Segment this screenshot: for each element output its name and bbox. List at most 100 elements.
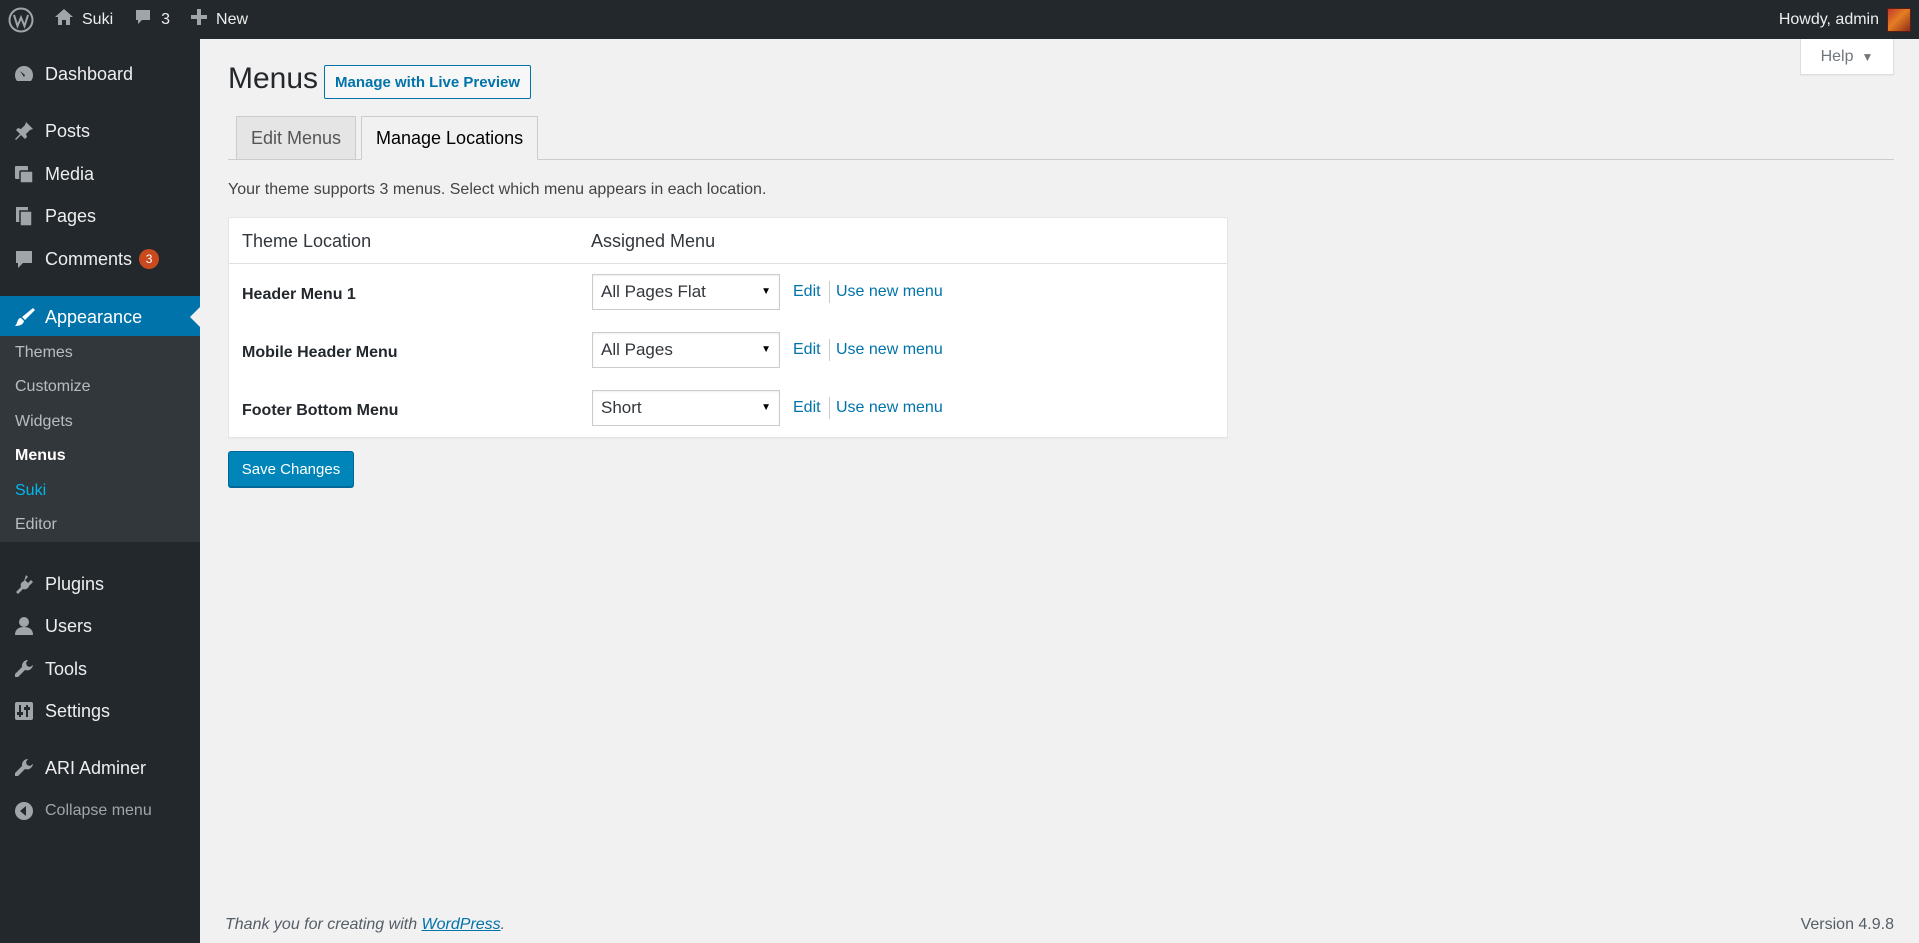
tab-manage-locations[interactable]: Manage Locations [361,116,539,160]
user-icon [0,615,45,637]
sidebar-item-label: Tools [45,658,88,679]
manage-live-preview-button[interactable]: Manage with Live Preview [324,65,532,99]
submenu-item-menus[interactable]: Menus [15,447,66,465]
chevron-down-icon: ▼ [1861,49,1874,64]
edit-menu-link[interactable]: Edit [793,399,821,417]
admin-bar: Suki 3 New Howdy, admin [0,0,1919,39]
sidebar-item-label: Appearance [45,306,143,327]
submenu-item-suki[interactable]: Suki [15,482,46,500]
howdy-label: Howdy, admin [1778,10,1879,28]
new-content-link[interactable]: New [180,0,258,39]
comments-badge: 3 [139,249,160,269]
use-new-menu-link[interactable]: Use new menu [836,341,943,359]
collapse-menu-label: Collapse menu [45,802,152,819]
footer-thanks-prefix: Thank you for creating with [225,916,422,933]
sidebar-item-label: Dashboard [45,63,134,84]
wrench-icon [0,658,45,680]
dropdown-arrow-icon: ▼ [761,286,771,297]
footer-thanks: Thank you for creating with WordPress. [225,916,505,934]
plugin-icon [0,573,45,595]
submenu-item-themes[interactable]: Themes [15,344,73,362]
link-separator [829,397,830,419]
sidebar-item-comments[interactable]: Comments 3 [0,239,200,279]
wordpress-link[interactable]: WordPress [422,916,501,933]
sidebar-item-label: Posts [45,120,91,141]
table-row: Mobile Header Menu All Pages ▼ Edit Use … [229,322,1227,380]
sidebar-item-ari-adminer[interactable]: ARI Adminer [0,748,200,788]
dropdown-arrow-icon: ▼ [761,402,771,413]
plus-icon [190,8,208,31]
use-new-menu-link[interactable]: Use new menu [836,399,943,417]
sidebar-item-plugins[interactable]: Plugins [0,564,200,604]
footer-thanks-suffix: . [500,916,506,933]
admin-sidebar: Dashboard Posts Media Pages Comments 3 A… [0,39,200,943]
media-icon [0,163,45,185]
edit-menu-link[interactable]: Edit [793,283,821,301]
sidebar-item-pages[interactable]: Pages [0,196,200,236]
column-header-assigned-menu: Assigned Menu [591,231,716,251]
wrench-icon [0,757,45,779]
location-name: Header Menu 1 [242,286,356,303]
settings-icon [0,700,45,722]
comment-icon [133,7,153,32]
sidebar-item-users[interactable]: Users [0,606,200,646]
pin-icon [0,120,45,142]
sidebar-item-appearance[interactable]: Appearance [0,296,200,338]
location-name: Mobile Header Menu [242,344,398,361]
menu-locations-table: Theme Location Assigned Menu Header Menu… [228,217,1228,438]
menu-select[interactable]: All Pages ▼ [592,332,780,368]
sidebar-item-label: Users [45,615,93,636]
site-name-label: Suki [82,10,114,28]
link-separator [829,281,830,303]
pages-icon [0,205,45,227]
dropdown-arrow-icon: ▼ [761,344,771,355]
collapse-menu-button[interactable]: Collapse menu [0,791,200,831]
location-name: Footer Bottom Menu [242,402,399,419]
submenu-item-editor[interactable]: Editor [15,516,57,534]
edit-menu-link[interactable]: Edit [793,341,821,359]
appearance-submenu: Themes Customize Widgets Menus Suki Edit… [0,336,200,542]
sidebar-item-settings[interactable]: Settings [0,691,200,731]
sidebar-item-label: Comments [45,248,133,269]
use-new-menu-link[interactable]: Use new menu [836,283,943,301]
site-name-link[interactable]: Suki [44,0,123,39]
table-row: Footer Bottom Menu Short ▼ Edit Use new … [229,380,1227,438]
selected-menu: All Pages [601,340,673,359]
wordpress-logo-icon[interactable] [0,0,44,39]
menu-select[interactable]: Short ▼ [592,390,780,426]
sidebar-item-label: ARI Adminer [45,757,147,778]
sidebar-item-label: Media [45,163,95,184]
footer-version: Version 4.9.8 [1800,916,1894,933]
collapse-arrow-icon [0,800,45,822]
table-row: Header Menu 1 All Pages Flat ▼ Edit Use … [229,264,1227,322]
dashboard-icon [0,63,45,85]
sidebar-item-posts[interactable]: Posts [0,111,200,151]
help-tab[interactable]: Help ▼ [1800,39,1894,75]
account-menu[interactable]: Howdy, admin [1779,0,1911,39]
avatar [1887,7,1911,32]
selected-menu: Short [601,398,642,417]
page-title: Menus [228,62,319,95]
new-label: New [216,10,249,28]
sidebar-item-label: Settings [45,700,111,721]
comments-link[interactable]: 3 [123,0,180,39]
sidebar-item-media[interactable]: Media [0,154,200,194]
home-icon [54,7,74,32]
save-changes-button[interactable]: Save Changes [228,451,354,487]
sidebar-item-dashboard[interactable]: Dashboard [0,54,200,94]
menu-select[interactable]: All Pages Flat ▼ [592,274,780,310]
current-item-arrow [190,307,200,327]
table-header: Theme Location Assigned Menu [229,218,1227,264]
submenu-item-customize[interactable]: Customize [15,378,91,396]
column-header-theme-location: Theme Location [242,231,372,251]
link-separator [829,339,830,361]
comments-count: 3 [161,10,171,28]
sidebar-item-tools[interactable]: Tools [0,649,200,689]
comment-icon [0,248,45,270]
submenu-item-widgets[interactable]: Widgets [15,413,73,431]
sidebar-item-label: Pages [45,205,97,226]
selected-menu: All Pages Flat [601,282,706,301]
locations-intro-text: Your theme supports 3 menus. Select whic… [228,181,767,198]
sidebar-item-label: Plugins [45,573,105,594]
tab-edit-menus[interactable]: Edit Menus [236,116,357,160]
